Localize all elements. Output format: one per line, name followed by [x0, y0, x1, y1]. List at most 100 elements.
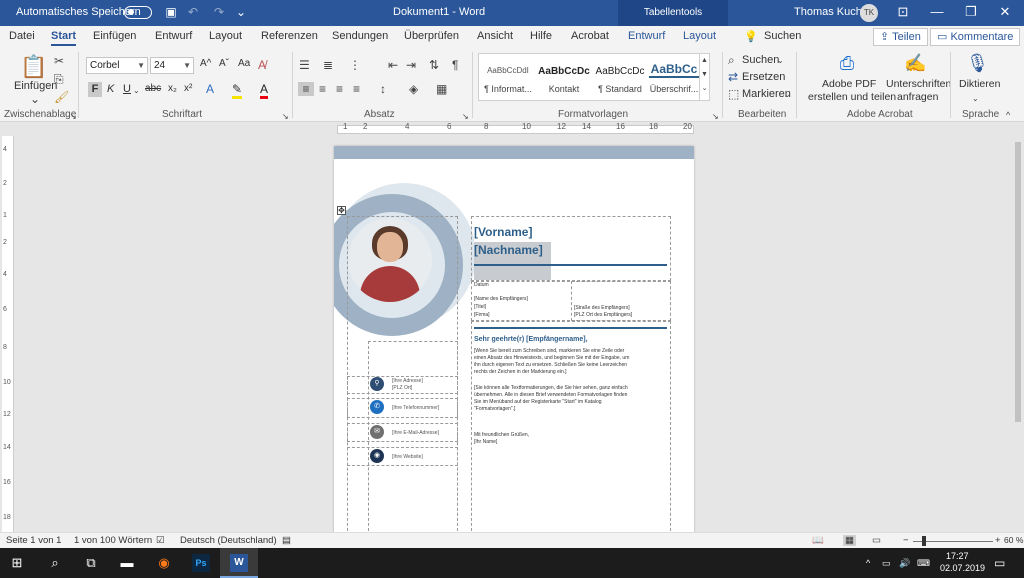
italic-button[interactable]: K	[107, 83, 114, 95]
dictate-dropdown-icon[interactable]: ⌄	[972, 92, 979, 106]
last-name[interactable]: [Nachname]	[474, 243, 543, 257]
accessibility-icon[interactable]: ▤	[282, 535, 291, 546]
first-name[interactable]: [Vorname]	[474, 225, 532, 239]
body-line[interactable]: Sie im Menüband auf der Registerkarte "S…	[474, 399, 602, 406]
autosave-toggle[interactable]	[124, 6, 152, 19]
scroll-thumb[interactable]	[1015, 142, 1021, 422]
numbering-icon[interactable]: ≣	[323, 58, 333, 72]
zoom-level[interactable]: 60 %	[1004, 535, 1023, 545]
user-avatar[interactable]: TK	[860, 4, 878, 22]
comments-button[interactable]: ▭ Kommentare	[930, 28, 1021, 46]
restore-icon[interactable]: ❐	[954, 0, 988, 26]
body-line[interactable]: einen Absatz des Hinweistexts, und begin…	[474, 355, 629, 362]
windows-start-icon[interactable]: ⊞	[8, 554, 26, 572]
clock-time[interactable]: 17:27	[946, 551, 969, 561]
recipient-title[interactable]: [Titel]	[474, 304, 486, 311]
bold-button[interactable]: F	[88, 82, 102, 97]
style-informat[interactable]: AaBbCcDdI ¶ Informat...	[481, 54, 535, 100]
pilcrow-icon[interactable]: ¶	[452, 58, 458, 72]
save-icon[interactable]: ▣	[164, 5, 178, 19]
font-size-combo[interactable]: 24 ▼	[150, 57, 194, 74]
recipient-city[interactable]: [PLZ Ort des Empfängers]	[574, 312, 632, 319]
contact-email[interactable]: [Ihre E-Mail-Adresse]	[392, 430, 439, 436]
tab-table-layout[interactable]: Layout	[683, 30, 716, 42]
copy-icon[interactable]: ⎘	[54, 72, 64, 86]
line-spacing-icon[interactable]: ↕	[380, 82, 386, 96]
volume-icon[interactable]: 🔊	[899, 558, 910, 569]
subscript-button[interactable]: x₂	[168, 83, 177, 94]
tab-sendungen[interactable]: Sendungen	[332, 30, 388, 42]
tab-hilfe[interactable]: Hilfe	[530, 30, 552, 42]
vertical-ruler[interactable]: 4 2 1 2 4 6 8 10 12 14 16 18	[2, 136, 14, 532]
find-dropdown-icon[interactable]: ⌄	[777, 54, 784, 68]
read-mode-icon[interactable]: 📖	[812, 535, 824, 546]
shrink-font-button[interactable]: Aˇ	[219, 58, 229, 69]
contact-website[interactable]: [Ihre Website]	[392, 454, 423, 460]
increase-indent-icon[interactable]: ⇥	[406, 58, 416, 72]
tab-ueberpruefen[interactable]: Überprüfen	[404, 30, 459, 42]
date-field[interactable]: Datum	[474, 282, 489, 289]
page-count[interactable]: Seite 1 von 1	[6, 535, 61, 546]
table-move-handle[interactable]: ✥	[337, 206, 346, 215]
photoshop-icon[interactable]: Ps	[192, 554, 210, 572]
align-left-icon[interactable]: ≡	[298, 82, 314, 96]
word-count[interactable]: 1 von 100 Wörtern	[74, 535, 152, 546]
clear-formatting-icon[interactable]: A̸	[258, 58, 266, 72]
underline-button[interactable]: U	[123, 83, 131, 95]
web-layout-icon[interactable]: ▭	[872, 535, 881, 546]
keyboard-icon[interactable]: ⌨	[917, 558, 930, 569]
clock-date[interactable]: 02.07.2019	[940, 563, 985, 573]
bullets-icon[interactable]: ☰	[299, 58, 310, 72]
body-line[interactable]: übernehmen. Alle in diesen Brief verwend…	[474, 392, 627, 399]
body-line[interactable]: rechts der Zeichen in der Markierung ein…	[474, 369, 567, 376]
microphone-icon[interactable]: 🎙	[966, 52, 989, 74]
undo-icon[interactable]: ↶	[186, 5, 200, 19]
print-layout-icon[interactable]: ▦	[843, 535, 856, 546]
notifications-icon[interactable]: ▭	[994, 556, 1005, 570]
body-line[interactable]: [Wenn Sie bereit zum Schreiben sind, mar…	[474, 348, 624, 355]
borders-icon[interactable]: ▦	[436, 82, 447, 96]
recipient-name[interactable]: [Name des Empfängers]	[474, 296, 528, 303]
contact-city[interactable]: [PLZ Ort]	[392, 385, 412, 391]
justify-icon[interactable]: ≡	[353, 82, 360, 96]
strikethrough-button[interactable]: abc	[145, 83, 161, 94]
format-painter-icon[interactable]: 🖌	[54, 90, 69, 104]
task-view-icon[interactable]: ⧉	[82, 554, 100, 572]
file-explorer-icon[interactable]: ▬	[118, 554, 136, 572]
style-kontakt[interactable]: AaBbCcDc Kontakt	[537, 54, 591, 100]
shading-icon[interactable]: ◈	[409, 82, 418, 96]
tab-acrobat[interactable]: Acrobat	[571, 30, 609, 42]
zoom-slider-thumb[interactable]	[922, 536, 926, 546]
signature[interactable]: [Ihr Name]	[474, 439, 497, 446]
tray-chevron-icon[interactable]: ^	[866, 558, 870, 568]
recipient-street[interactable]: [Straße des Empfängers]	[574, 305, 630, 312]
decrease-indent-icon[interactable]: ⇤	[388, 58, 398, 72]
font-color-icon[interactable]: A	[260, 82, 269, 99]
request-signatures-button-line2[interactable]: anfragen	[897, 91, 938, 103]
zoom-out-icon[interactable]: −	[903, 535, 909, 546]
tab-ansicht[interactable]: Ansicht	[477, 30, 513, 42]
highlight-icon[interactable]: ✎	[232, 82, 243, 99]
zoom-in-icon[interactable]: +	[995, 535, 1001, 546]
contact-address[interactable]: [Ihre Adresse]	[392, 378, 423, 384]
request-signatures-button[interactable]: Unterschriften	[886, 78, 951, 90]
grow-font-button[interactable]: A^	[200, 58, 211, 69]
change-case-button[interactable]: Aa	[238, 58, 250, 69]
minimize-icon[interactable]: —	[920, 0, 954, 26]
cut-icon[interactable]: ✂	[54, 54, 64, 68]
collapse-ribbon-icon[interactable]: ^	[1006, 108, 1010, 122]
styles-scroll-icon[interactable]: ▲ ▼ ⌄	[699, 54, 709, 100]
superscript-button[interactable]: x²	[184, 83, 192, 94]
tab-entwurf[interactable]: Entwurf	[155, 30, 192, 42]
firefox-icon[interactable]: ◉	[155, 554, 173, 572]
underline-dropdown-icon[interactable]: ⌄	[133, 84, 140, 98]
text-effects-icon[interactable]: A	[206, 82, 214, 96]
user-name[interactable]: Thomas Kuch	[794, 6, 862, 18]
paste-dropdown-icon[interactable]: ⌄	[30, 92, 40, 106]
signature-icon[interactable]: ✍	[904, 52, 926, 74]
tab-start[interactable]: Start	[51, 30, 77, 46]
paste-icon[interactable]: 📋	[20, 54, 47, 80]
redo-icon[interactable]: ↷	[212, 5, 226, 19]
dictate-button[interactable]: Diktieren	[959, 78, 1000, 90]
tab-table-design[interactable]: Entwurf	[628, 30, 665, 42]
